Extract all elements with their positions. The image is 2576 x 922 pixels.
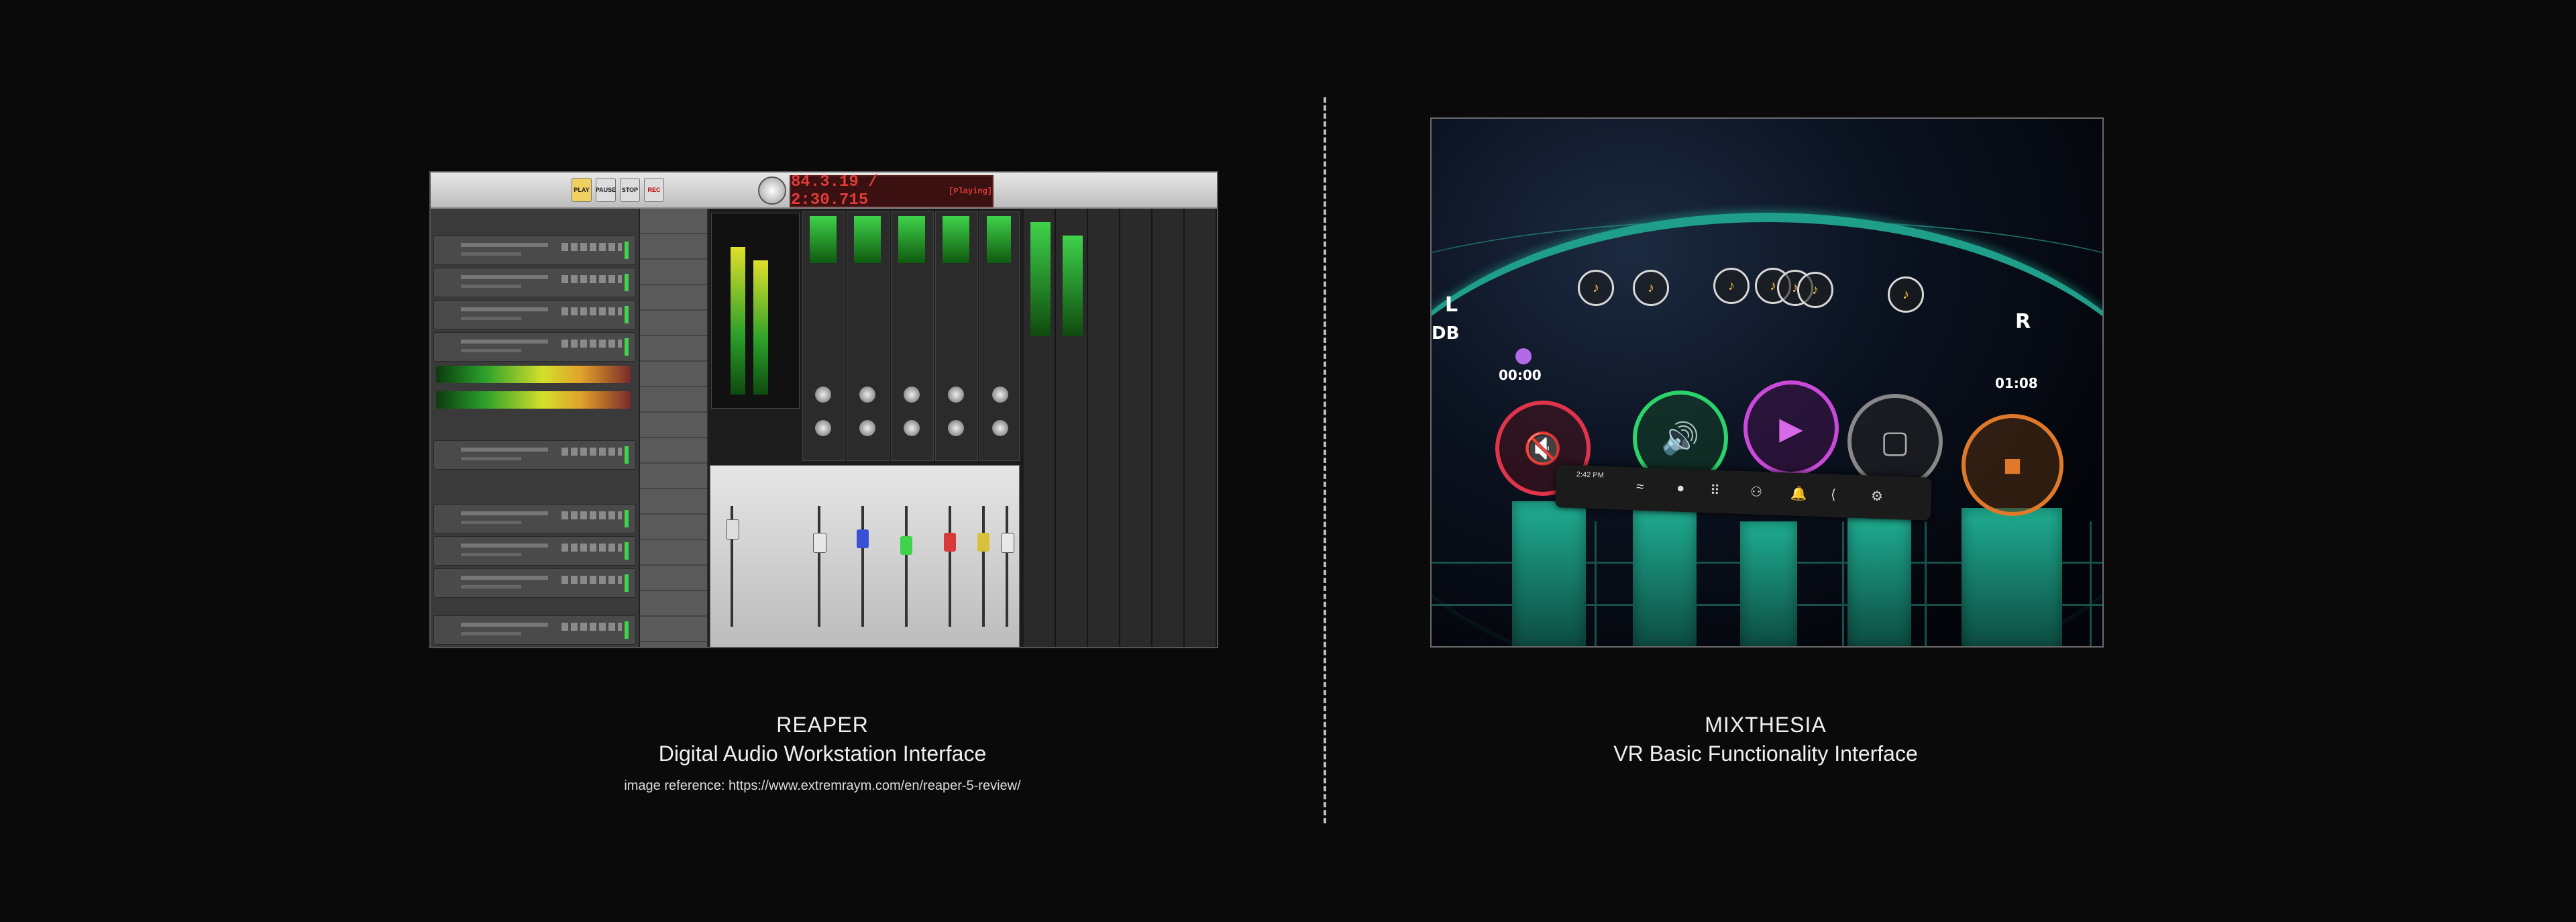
track-pillar[interactable] — [1962, 508, 2062, 646]
speaker-mute-icon: 🔇 — [1523, 430, 1562, 466]
fader-knob[interactable] — [857, 529, 869, 548]
reaper-caption: REAPER Digital Audio Workstation Interfa… — [496, 713, 1148, 794]
reaper-toolbar: PLAY PAUSE STOP REC 84.3.19 / 2:30.715 [… — [431, 172, 1217, 209]
time-display: 84.3.19 / 2:30.715 [Playing] — [790, 173, 994, 209]
stop-button[interactable]: STOP — [620, 178, 640, 202]
stop-icon: ▢ — [1880, 424, 1910, 459]
music-note-icon[interactable]: ♪ — [1578, 270, 1614, 306]
music-note-icon[interactable]: ♪ — [1633, 270, 1669, 306]
play-button[interactable]: PLAY — [572, 178, 592, 202]
master-volume-knob[interactable] — [758, 176, 786, 205]
track-row[interactable] — [433, 268, 636, 297]
transport-controls: PLAY PAUSE STOP REC — [572, 178, 664, 202]
mixthesia-title: MIXTHESIA — [1705, 713, 1827, 737]
section-divider — [1324, 97, 1326, 823]
time-readout: 84.3.19 / 2:30.715 — [791, 173, 878, 209]
track-row[interactable] — [433, 300, 636, 329]
fader-knob[interactable] — [977, 533, 989, 552]
wifi-icon: ≈ — [1635, 479, 1644, 495]
track-meter-bar — [436, 366, 631, 383]
track-pillar[interactable] — [1512, 501, 1586, 646]
track-row[interactable] — [433, 440, 636, 470]
track-pillar[interactable] — [1633, 508, 1697, 646]
mixer-panel — [708, 209, 1217, 647]
track-row[interactable] — [433, 568, 636, 598]
master-meter — [711, 213, 800, 409]
fader-knob[interactable] — [813, 533, 826, 553]
left-channel-label: L — [1445, 293, 1458, 317]
track-row[interactable] — [433, 615, 636, 645]
channel-strip[interactable] — [847, 211, 890, 461]
record-button[interactable]: REC — [644, 178, 664, 202]
mixthesia-subtitle: VR Basic Functionality Interface — [1613, 741, 1918, 766]
track-row[interactable] — [433, 536, 636, 566]
share-icon[interactable]: ⟨ — [1831, 486, 1837, 503]
record-button[interactable]: ■ — [1962, 414, 2063, 516]
right-channel-label: R — [2015, 310, 2031, 334]
fader-knob[interactable] — [1001, 533, 1014, 553]
toolbar-time: 2:42 PM — [1576, 470, 1604, 480]
db-label: DB — [1432, 323, 1460, 344]
reaper-title: REAPER — [776, 713, 869, 737]
fader-section — [710, 465, 1020, 647]
speaker-icon: 🔊 — [1661, 420, 1700, 456]
bell-icon[interactable]: 🔔 — [1790, 484, 1808, 502]
mixthesia-screenshot: L DB R 00:00 01:08 ♪ ♪ ♪ ♪ ♪ ♪ ♪ 🔇 🔊 ▶ ▢… — [1430, 117, 2104, 648]
play-button[interactable]: ▶ — [1743, 380, 1839, 476]
reaper-screenshot: PLAY PAUSE STOP REC 84.3.19 / 2:30.715 [… — [429, 171, 1218, 648]
channel-strip[interactable] — [979, 211, 1020, 461]
arrange-view[interactable] — [640, 209, 707, 647]
track-meter-bar — [436, 391, 631, 409]
play-icon: ▶ — [1779, 411, 1803, 446]
track-row[interactable] — [433, 332, 636, 362]
track-row[interactable] — [433, 504, 636, 533]
apps-grid-icon[interactable]: ⠿ — [1710, 482, 1721, 499]
channel-strip[interactable] — [802, 211, 845, 461]
play-status: [Playing] — [949, 187, 992, 196]
music-note-icon[interactable]: ♪ — [1888, 276, 1924, 313]
people-icon[interactable]: ⚇ — [1750, 483, 1763, 501]
music-note-icon[interactable]: ♪ — [1713, 268, 1750, 304]
music-note-icon[interactable]: ♪ — [1797, 272, 1833, 308]
time-start-label: 00:00 — [1499, 367, 1542, 383]
time-end-label: 01:08 — [1995, 375, 2038, 391]
playhead-icon[interactable] — [1515, 348, 1532, 364]
pause-button[interactable]: PAUSE — [596, 178, 616, 202]
fader-knob[interactable] — [726, 519, 739, 540]
fader-knob[interactable] — [900, 536, 912, 555]
record-icon: ■ — [2003, 448, 2022, 482]
channel-strip[interactable] — [935, 211, 978, 461]
channel-strip[interactable] — [891, 211, 934, 461]
reaper-image-reference: image reference: https://www.extremraym.… — [624, 778, 1021, 793]
track-pillar[interactable] — [1740, 521, 1797, 646]
track-row[interactable] — [433, 236, 636, 265]
output-strips — [1024, 209, 1217, 647]
mixthesia-caption: MIXTHESIA VR Basic Functionality Interfa… — [1430, 713, 2101, 766]
settings-icon[interactable]: ⚙ — [1871, 488, 1884, 505]
reaper-subtitle: Digital Audio Workstation Interface — [658, 741, 987, 766]
track-list — [431, 209, 640, 647]
track-pillar[interactable] — [1847, 515, 1911, 646]
fader-knob[interactable] — [944, 533, 956, 552]
avatar[interactable]: ● — [1676, 481, 1685, 497]
